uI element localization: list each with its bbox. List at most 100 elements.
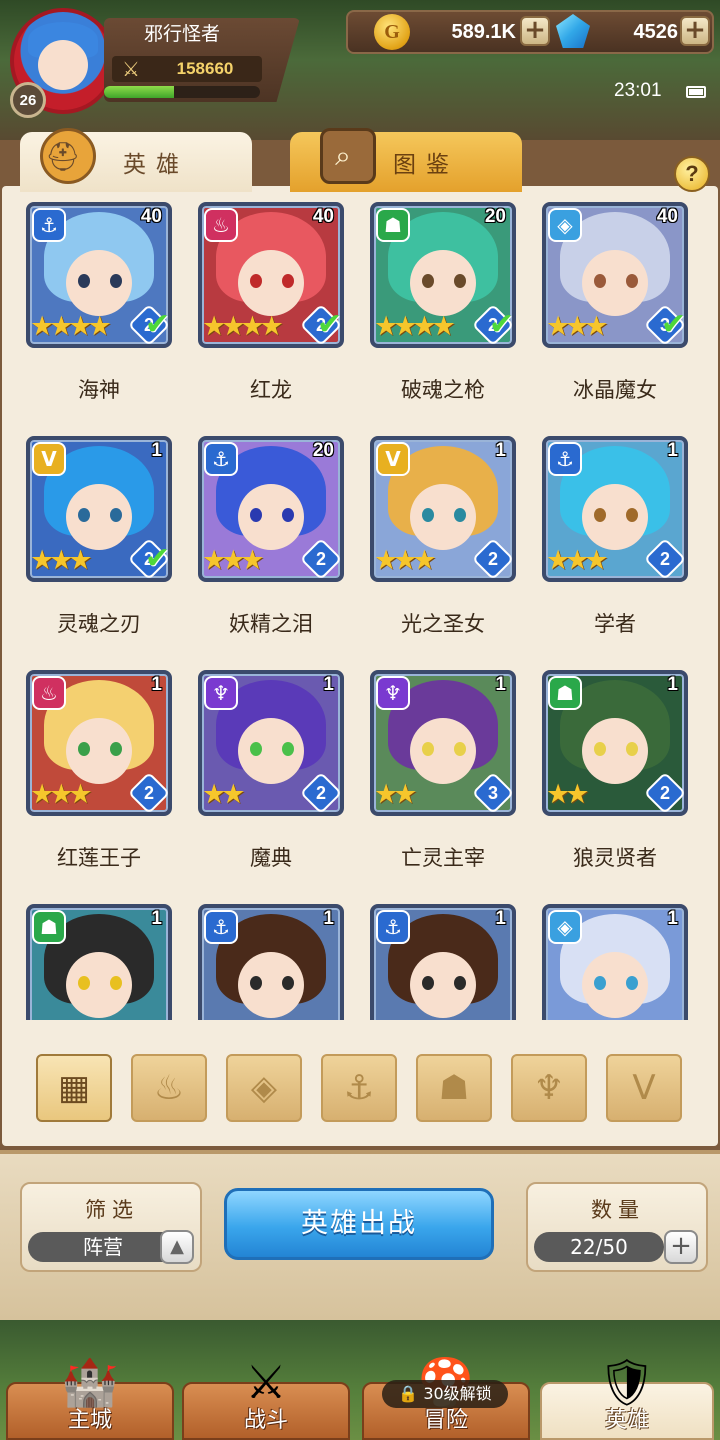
portrait-face <box>410 250 476 316</box>
portrait-eye <box>250 976 262 990</box>
portrait-eye <box>110 976 122 990</box>
portrait-eye <box>422 508 434 522</box>
portrait-eye <box>250 508 262 522</box>
portrait-eye <box>282 508 294 522</box>
hero-card[interactable]: ◈ 1 <box>542 904 688 1020</box>
portrait-eye <box>594 274 606 288</box>
hero-name: 学者 <box>594 612 636 636</box>
hero-level: 1 <box>667 674 678 695</box>
nav-battle[interactable]: ⚔ 战斗 <box>182 1355 350 1440</box>
portrait-eye <box>626 508 638 522</box>
filter-flame-faction-button[interactable]: ♨ <box>131 1054 207 1122</box>
filter-shadow-faction-button[interactable]: ♆ <box>511 1054 587 1122</box>
star-rating: ★★★★ <box>374 311 456 342</box>
beast-faction-icon: ☗ <box>32 910 66 944</box>
portrait-face <box>582 250 648 316</box>
hero-level: 40 <box>140 206 162 227</box>
lock-text: 30级解锁 <box>423 1384 492 1403</box>
avatar-face <box>38 40 88 90</box>
rank-number: 2 <box>315 549 326 569</box>
portrait-face <box>66 718 132 784</box>
portrait-eye <box>422 274 434 288</box>
clock: 23:01 <box>614 80 662 101</box>
tab-heroes-label: 英雄 <box>123 152 189 178</box>
nav-label: 战斗 <box>243 1408 288 1433</box>
hero-card[interactable]: ⚓ 1 <box>370 904 516 1020</box>
hero-level: 1 <box>323 674 334 695</box>
helmet-icon: ⛑ <box>40 128 96 184</box>
hero-card[interactable]: V 1 ★★★ 2 ✔ <box>26 436 172 582</box>
filter-title: 筛选 <box>85 1198 139 1222</box>
battery-icon <box>686 86 706 98</box>
hero-card[interactable]: ♆ 1 ★★ 3 <box>370 670 516 816</box>
hero-card[interactable]: ⚓ 20 ★★★ 2 <box>198 436 344 582</box>
anchor-faction-icon: ⚓ <box>204 442 238 476</box>
anchor-faction-icon: ⚓ <box>343 1068 375 1108</box>
tab-codex[interactable]: ⌕ 图鉴 <box>290 128 522 192</box>
portrait-face <box>238 250 304 316</box>
expand-capacity-button[interactable]: + <box>664 1230 698 1264</box>
hero-level: 1 <box>323 908 334 929</box>
nav-heroes[interactable]: 🛡 英雄 <box>540 1355 714 1440</box>
hero-count: 22/50 <box>534 1232 664 1262</box>
hero-card[interactable]: ⚓ 40 ★★★★ 2 ✔ <box>26 202 172 348</box>
hero-level: 1 <box>667 440 678 461</box>
deployed-check-icon: ✔ <box>144 307 170 342</box>
filter-light-faction-button[interactable]: V <box>606 1054 682 1122</box>
hero-card[interactable]: V 1 ★★★ 2 <box>370 436 516 582</box>
filter-grid-all-button[interactable]: ▦ <box>36 1054 112 1122</box>
hero-level: 1 <box>495 908 506 929</box>
filter-beast-faction-button[interactable]: ☗ <box>416 1054 492 1122</box>
power-value: 158660 <box>176 59 234 78</box>
hero-level: 1 <box>151 674 162 695</box>
anchor-faction-icon: ⚓ <box>32 208 66 242</box>
beast-faction-icon: ☗ <box>438 1068 470 1108</box>
rank-number: 2 <box>659 549 670 569</box>
hero-level: 1 <box>151 908 162 929</box>
chevron-up-icon[interactable]: ▲ <box>160 1230 194 1264</box>
rank-number: 2 <box>659 783 670 803</box>
filter-crystal-faction-button[interactable]: ◈ <box>226 1054 302 1122</box>
star-rating: ★★★★ <box>30 311 112 342</box>
portrait-face <box>238 952 304 1018</box>
hero-card[interactable]: ♨ 40 ★★★★ 2 ✔ <box>198 202 344 348</box>
portrait-face <box>410 952 476 1018</box>
add-gems-button[interactable]: + <box>680 16 710 46</box>
hero-card[interactable]: ☗ 1 ★★ 2 <box>542 670 688 816</box>
portrait-face <box>582 484 648 550</box>
hero-level: 1 <box>151 440 162 461</box>
anchor-faction-icon: ⚓ <box>204 910 238 944</box>
beast-faction-icon: ☗ <box>376 208 410 242</box>
portrait-face <box>410 484 476 550</box>
tab-heroes[interactable]: ⛑ 英雄 <box>20 128 252 192</box>
tab-codex-label: 图鉴 <box>393 152 459 178</box>
hero-card[interactable]: ⚓ 1 ★★★ 2 <box>542 436 688 582</box>
portrait-eye <box>78 274 90 288</box>
hero-card[interactable]: ☗ 1 <box>26 904 172 1020</box>
rank-number: 2 <box>315 783 326 803</box>
xp-bar-fill <box>104 86 175 98</box>
filter-anchor-faction-button[interactable]: ⚓ <box>321 1054 397 1122</box>
light-faction-icon: V <box>32 442 66 476</box>
hero-card[interactable]: ♨ 1 ★★★ 2 <box>26 670 172 816</box>
count-title: 数量 <box>591 1198 645 1222</box>
portrait-eye <box>454 508 466 522</box>
help-button[interactable]: ? <box>674 156 710 192</box>
nav-main-city[interactable]: 🏰 主城 <box>6 1355 174 1440</box>
portrait-face <box>238 718 304 784</box>
hero-card[interactable]: ◈ 40 ★★★ 3 ✔ <box>542 202 688 348</box>
hero-name: 破魂之枪 <box>401 378 485 402</box>
flame-faction-icon: ♨ <box>204 208 238 242</box>
hero-card[interactable]: ☗ 20 ★★★★ 2 ✔ <box>370 202 516 348</box>
add-gold-button[interactable]: + <box>520 16 550 46</box>
hero-card[interactable]: ⚓ 1 <box>198 904 344 1020</box>
star-rating: ★★★ <box>30 545 93 576</box>
filter-select[interactable]: 阵营 <box>28 1232 178 1262</box>
magnifier-icon: ⌕ <box>320 128 376 184</box>
deploy-heroes-button[interactable]: 英雄出战 <box>224 1188 494 1260</box>
hero-name: 光之圣女 <box>401 612 485 636</box>
flame-faction-icon: ♨ <box>153 1068 185 1108</box>
deployed-check-icon: ✔ <box>144 541 170 576</box>
hero-card[interactable]: ♆ 1 ★★ 2 <box>198 670 344 816</box>
hero-level: 40 <box>312 206 334 227</box>
